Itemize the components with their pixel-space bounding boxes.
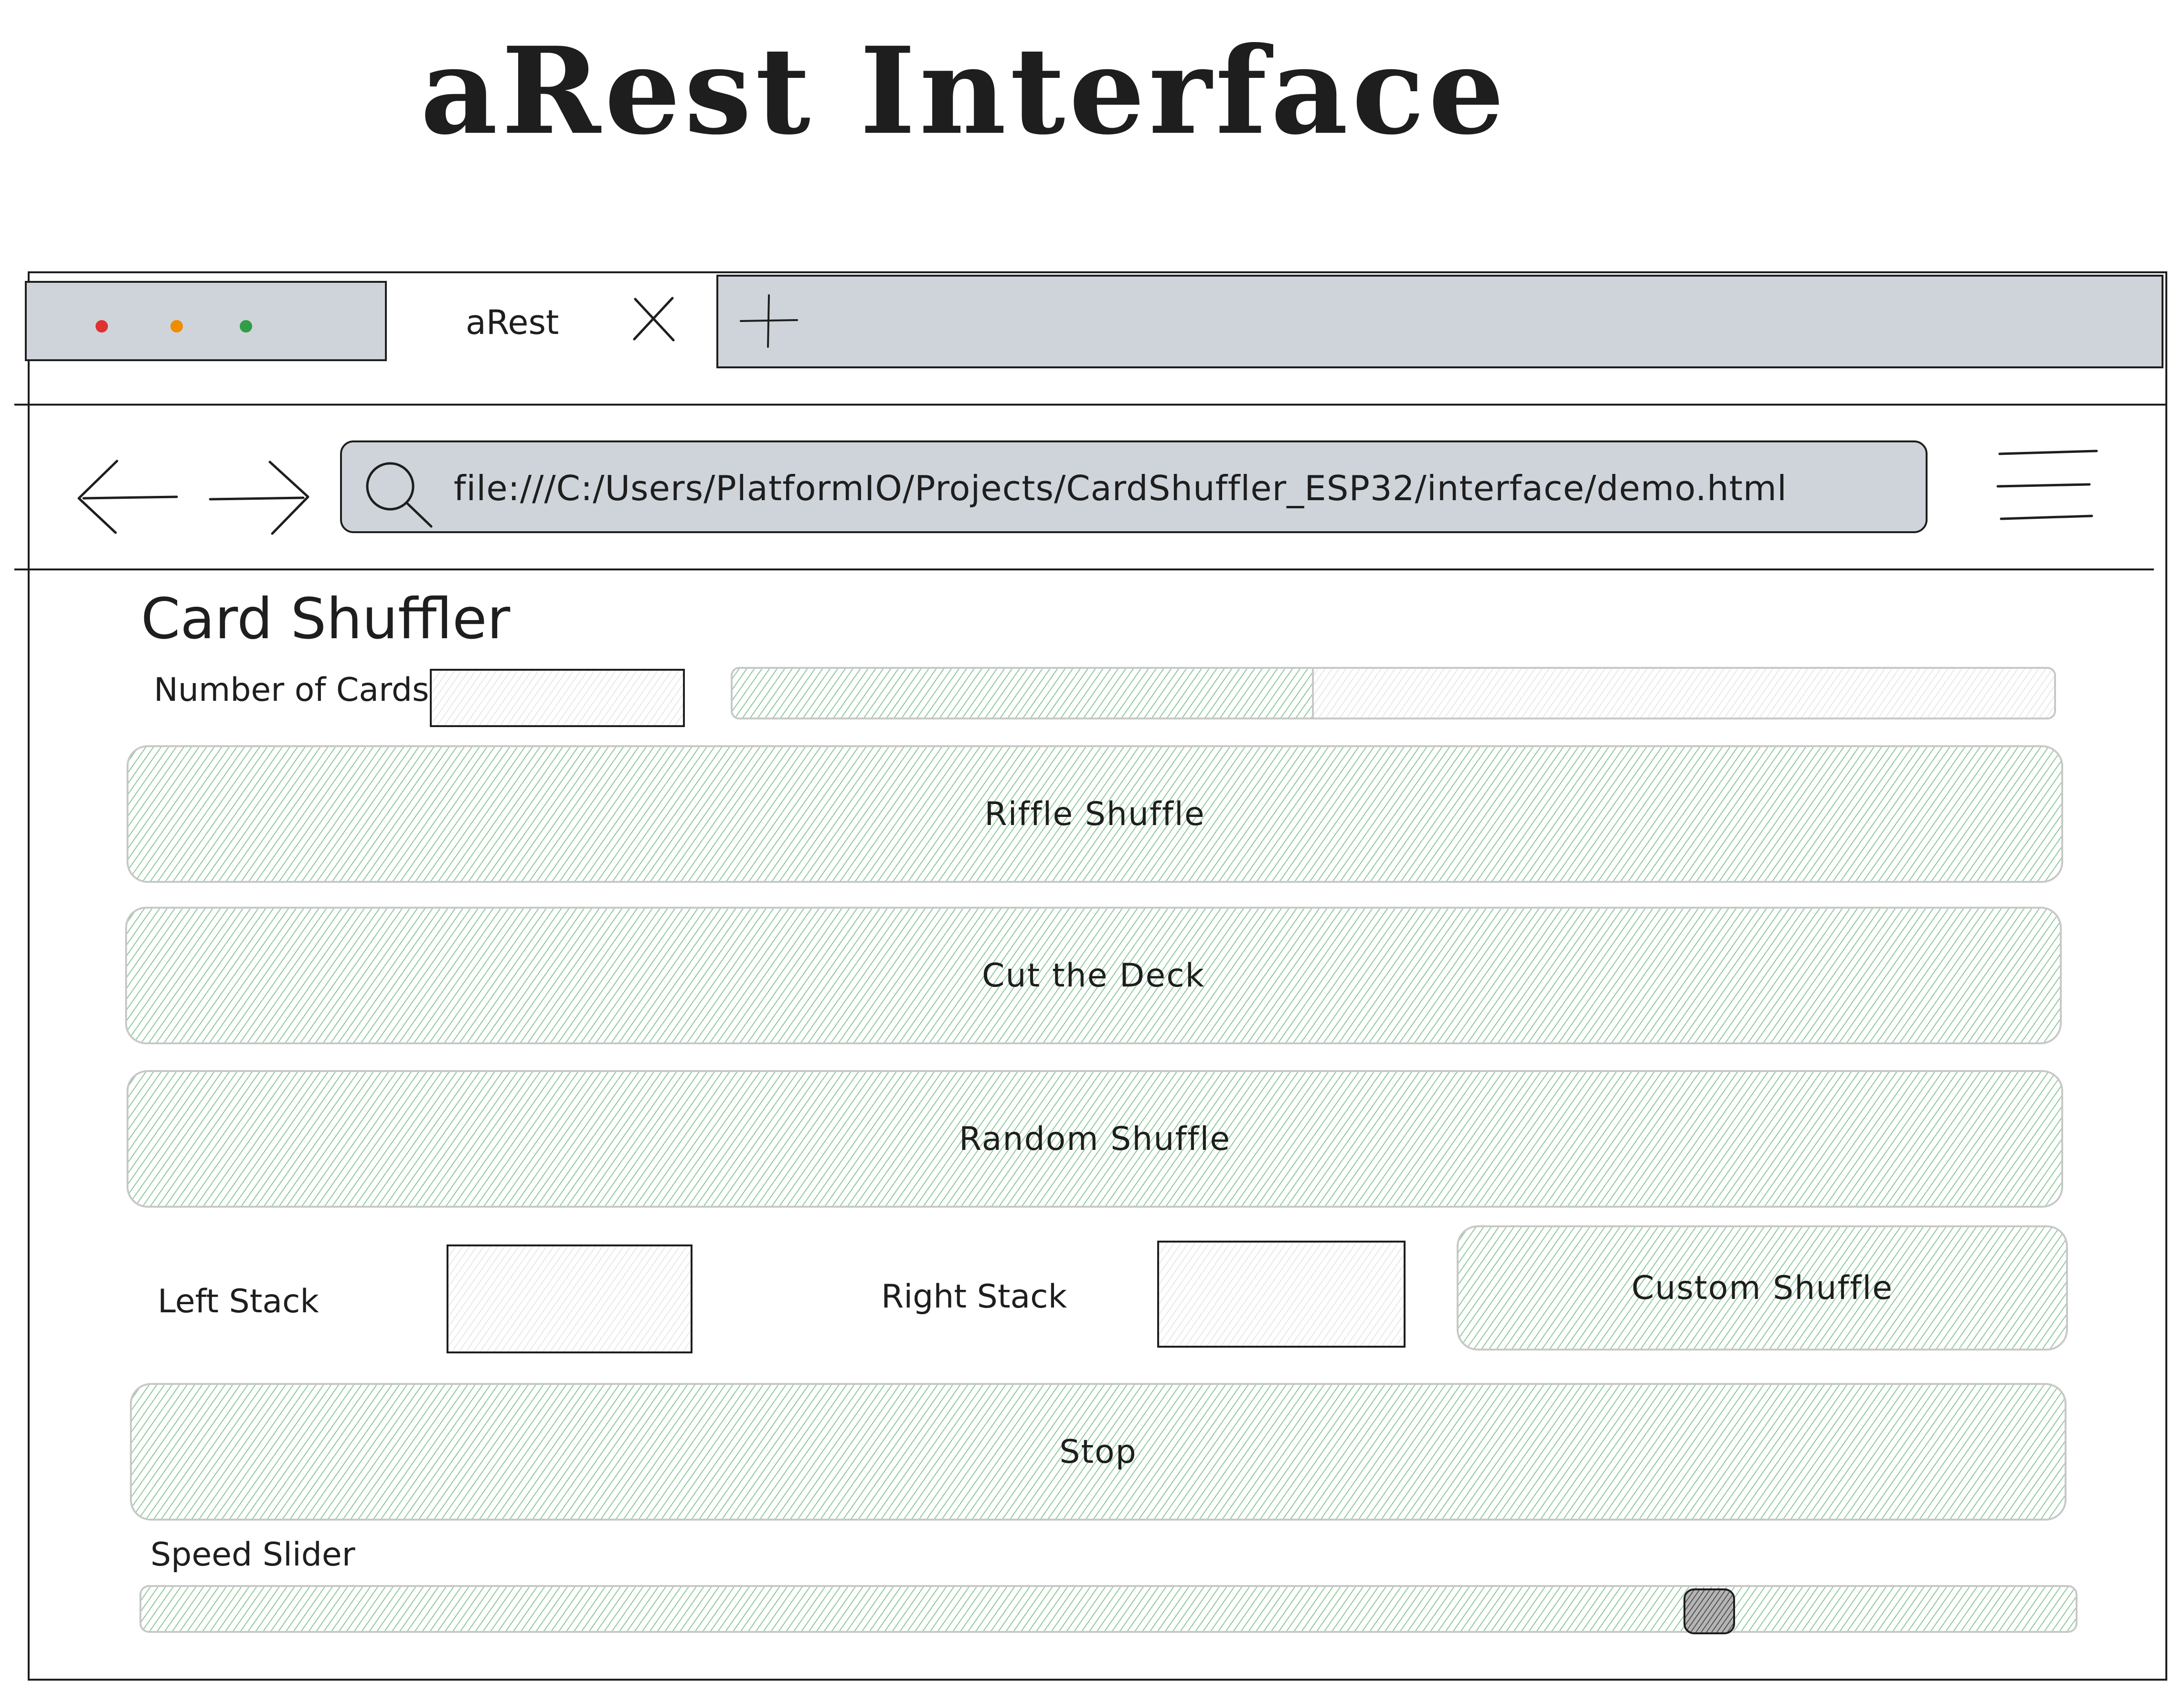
left-stack-label: Left Stack [158,1283,319,1320]
tab-bar-divider [14,404,2166,406]
right-stack-label: Right Stack [881,1278,1067,1316]
random-shuffle-button[interactable]: Random Shuffle [127,1070,2063,1208]
window-close-dot[interactable] [96,320,108,332]
close-icon[interactable] [629,295,677,343]
number-of-cards-input[interactable] [430,669,685,727]
page-title: aRest Interface [420,21,1508,161]
window-minimize-dot[interactable] [170,320,183,332]
stop-button[interactable]: Stop [130,1383,2067,1521]
custom-shuffle-button[interactable]: Custom Shuffle [1457,1225,2068,1351]
riffle-shuffle-button[interactable]: Riffle Shuffle [127,745,2063,883]
stop-label: Stop [1059,1433,1137,1471]
riffle-shuffle-label: Riffle Shuffle [984,795,1205,833]
window-controls [25,281,387,361]
speed-slider[interactable] [139,1585,2077,1633]
arrow-left-icon[interactable] [72,451,181,542]
speed-slider-label: Speed Slider [150,1536,355,1574]
cut-deck-button[interactable]: Cut the Deck [125,907,2062,1044]
window-maximize-dot[interactable] [240,320,252,332]
tab-strip [716,275,2163,368]
custom-shuffle-label: Custom Shuffle [1631,1269,1894,1307]
tab-arest[interactable]: aRest [466,301,559,344]
arrow-right-icon[interactable] [205,451,315,542]
number-of-cards-label: Number of Cards [154,671,429,709]
hamburger-menu-icon[interactable] [1994,444,2099,530]
address-bar-url[interactable]: file:///C:/Users/PlatformIO/Projects/Car… [454,464,1787,512]
speed-slider-thumb[interactable] [1683,1588,1735,1634]
shuffle-progress-bar [731,667,2056,719]
left-stack-input[interactable] [447,1244,692,1353]
app-title: Card Shuffler [141,586,511,652]
toolbar-divider [14,568,2154,570]
random-shuffle-label: Random Shuffle [959,1120,1231,1158]
plus-icon[interactable] [738,292,800,350]
search-icon [361,459,437,535]
cut-deck-label: Cut the Deck [981,956,1205,995]
progress-fill [733,669,1314,718]
right-stack-input[interactable] [1157,1241,1406,1348]
